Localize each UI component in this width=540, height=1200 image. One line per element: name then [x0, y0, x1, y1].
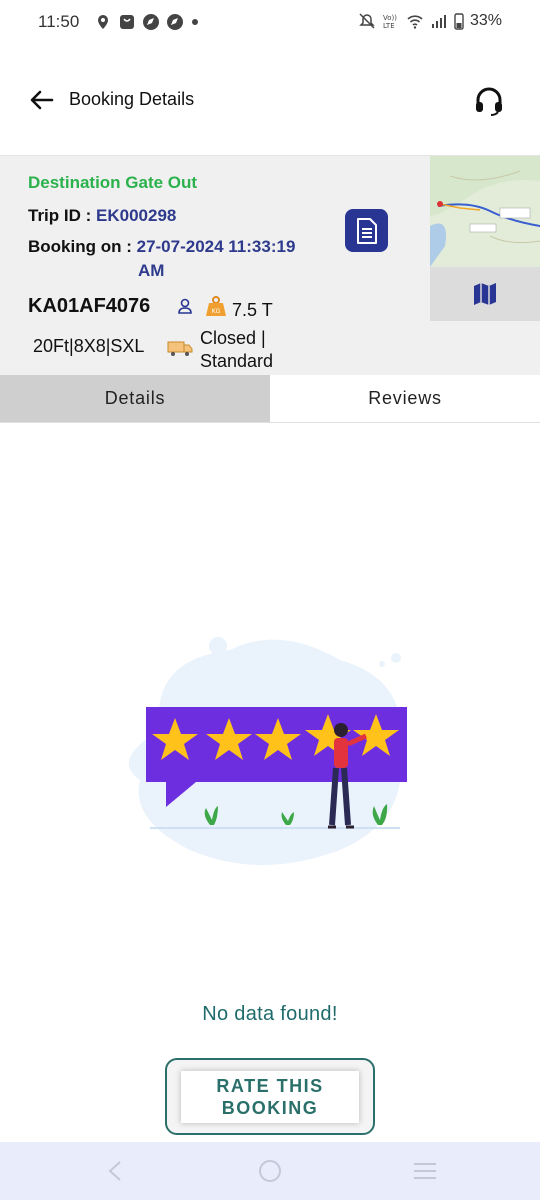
app-header: Booking Details	[0, 46, 540, 154]
status-time: 11:50	[38, 12, 80, 31]
svg-text:Vo)): Vo))	[383, 14, 397, 22]
booking-label: Booking on :	[28, 237, 132, 256]
map-icon	[474, 283, 496, 305]
trip-closed-type: Closed | Standard	[200, 327, 273, 373]
rate-line-1: RATE THIS	[216, 1075, 324, 1096]
battery-percent: 33%	[469, 12, 502, 29]
closed-line-1: Closed |	[200, 328, 266, 348]
page-title: Booking Details	[69, 89, 195, 109]
system-nav-bar	[0, 1142, 540, 1200]
tab-details[interactable]: Details	[0, 375, 270, 422]
map-image	[430, 156, 540, 267]
booking-date: 27-07-2024 11:33:19	[136, 237, 296, 256]
svg-text:LTE: LTE	[383, 22, 395, 30]
vehicle-number: KA01AF4076	[28, 295, 151, 317]
trip-id-label: Trip ID :	[28, 206, 92, 225]
trip-status: Destination Gate Out	[28, 173, 198, 192]
document-button[interactable]	[345, 209, 388, 252]
trip-info-card: Destination Gate Out Trip ID : EK000298 …	[0, 155, 540, 375]
vehicle-spec: 20Ft|8X8|SXL	[33, 336, 145, 356]
trip-id-row: Trip ID : EK000298	[28, 206, 176, 226]
headset-icon[interactable]	[472, 84, 506, 118]
volte-icon: Vo))LTE	[383, 14, 397, 30]
status-left-icons	[94, 13, 200, 31]
mute-icon	[359, 13, 375, 29]
closed-line-2: Standard	[200, 351, 274, 371]
truck-icon	[167, 341, 193, 356]
status-right-icons: Vo)) LTE 33%	[358, 12, 502, 30]
nav-home-icon[interactable]	[258, 1159, 282, 1183]
rate-booking-label: RATE THIS BOOKING	[181, 1070, 359, 1123]
empty-reviews-illustration	[128, 637, 407, 865]
rate-booking-button[interactable]: RATE THIS BOOKING	[165, 1058, 375, 1135]
battery-icon	[454, 13, 464, 30]
map-button[interactable]	[430, 267, 540, 321]
nav-back-icon[interactable]	[104, 1159, 126, 1183]
empty-state-message: No data found!	[202, 1003, 338, 1025]
status-bar: 11:50 Vo)) LTE 33%	[0, 0, 540, 46]
booking-row: Booking on : 27-07-2024 11:33:19 AM	[28, 235, 348, 280]
booking-time-suffix: AM	[138, 261, 165, 280]
driver-icon[interactable]	[176, 297, 194, 315]
compass-icon	[143, 14, 159, 30]
weight-icon: KG	[206, 296, 226, 316]
signal-icon	[431, 15, 446, 28]
vehicle-weight: 7.5 T	[232, 300, 273, 320]
back-arrow-icon[interactable]	[26, 84, 58, 116]
location-pin-icon	[98, 15, 108, 29]
tab-bar: Details Reviews	[0, 375, 540, 423]
bag-icon	[120, 15, 134, 29]
map-thumbnail[interactable]	[430, 156, 540, 267]
rate-line-2: BOOKING	[221, 1097, 319, 1118]
nav-recents-icon[interactable]	[412, 1161, 438, 1181]
compass-icon	[167, 14, 183, 30]
dot-icon	[192, 19, 198, 25]
trip-id-value: EK000298	[96, 206, 177, 225]
tab-reviews[interactable]: Reviews	[270, 375, 540, 422]
wifi-icon	[407, 15, 423, 29]
svg-text:KG: KG	[212, 308, 221, 315]
document-icon	[356, 217, 377, 244]
